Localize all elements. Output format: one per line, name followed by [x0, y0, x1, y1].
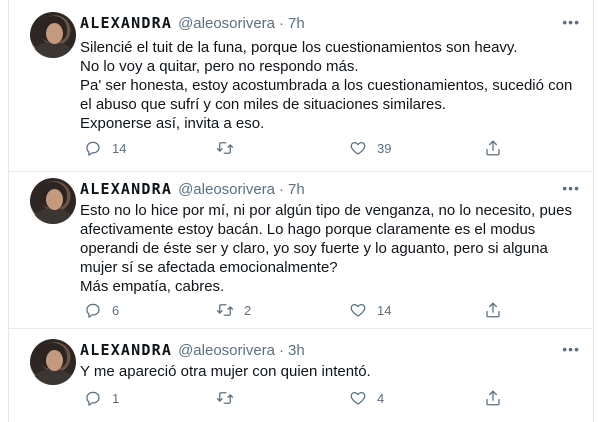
more-icon[interactable]: ••• — [562, 341, 580, 357]
tweet-header: ALEXANDRA @aleosorivera · 3h ••• — [80, 339, 580, 361]
tweet-line: Más empatía, cabres. — [80, 278, 225, 295]
reply-icon — [86, 303, 100, 318]
heart-icon — [350, 303, 366, 317]
tweet-line: Y me apareció otra mujer con quien inten… — [80, 363, 371, 380]
retweet-count: 2 — [244, 302, 252, 318]
reply-button[interactable]: 14 — [84, 139, 126, 157]
tweet-line: Exponerse así, invita a eso. — [80, 115, 265, 132]
retweet-icon — [216, 392, 234, 404]
tweet-line: Esto no lo hice por mí, ni por algún tip… — [80, 202, 572, 219]
tweet-line: operandi de éste ser y claro, yo soy fue… — [80, 240, 548, 257]
user-handle[interactable]: @aleosorivera — [178, 15, 275, 32]
retweet-icon — [216, 304, 234, 316]
retweet-button[interactable]: 2 — [216, 301, 251, 319]
reply-button[interactable]: 1 — [84, 389, 119, 407]
reply-count: 1 — [112, 390, 120, 406]
share-icon — [486, 140, 500, 156]
tweet-header: ALEXANDRA @aleosorivera · 7h ••• — [80, 178, 580, 200]
tweet-text: Y me apareció otra mujer con quien inten… — [80, 362, 576, 381]
tweet-2[interactable]: ALEXANDRA @aleosorivera · 7h ••• Esto no… — [8, 172, 594, 329]
timestamp[interactable]: 7h — [288, 15, 305, 32]
display-name[interactable]: ALEXANDRA — [80, 341, 172, 359]
reply-count: 14 — [112, 140, 127, 156]
heart-icon — [350, 141, 366, 155]
display-name[interactable]: ALEXANDRA — [80, 14, 172, 32]
tweet-line: el abuso que sufrí y con miles de situac… — [80, 96, 447, 113]
like-button[interactable]: 39 — [349, 139, 391, 157]
like-button[interactable]: 4 — [349, 389, 384, 407]
retweet-button[interactable] — [216, 139, 244, 157]
tweet-line: Silencié el tuit de la funa, porque los … — [80, 39, 518, 56]
like-button[interactable]: 14 — [349, 301, 391, 319]
share-button[interactable] — [484, 301, 502, 319]
tweet-text: Esto no lo hice por mí, ni por algún tip… — [80, 201, 576, 296]
tweet-actions: 14 39 — [84, 137, 514, 159]
like-count: 39 — [377, 140, 392, 156]
reply-button[interactable]: 6 — [84, 301, 119, 319]
separator: · — [279, 341, 285, 359]
tweet-line: Pa' ser honesta, estoy acostumbrada a lo… — [80, 77, 573, 94]
share-button[interactable] — [484, 389, 502, 407]
heart-icon — [350, 391, 366, 405]
separator: · — [279, 180, 285, 198]
reply-icon — [86, 391, 100, 406]
tweet-line: No lo voy a quitar, pero no respondo más… — [80, 58, 359, 75]
share-icon — [486, 390, 500, 406]
reply-count: 6 — [112, 302, 120, 318]
more-icon[interactable]: ••• — [562, 14, 580, 30]
tweet-actions: 6 2 14 — [84, 299, 514, 321]
tweet-line: afectivamente estoy bacán. Lo hago porqu… — [80, 221, 536, 238]
timestamp[interactable]: 7h — [288, 181, 305, 198]
like-count: 14 — [377, 302, 392, 318]
separator: · — [279, 14, 285, 32]
avatar[interactable] — [30, 12, 76, 58]
user-handle[interactable]: @aleosorivera — [178, 181, 275, 198]
more-icon[interactable]: ••• — [562, 180, 580, 196]
share-icon — [486, 302, 500, 318]
tweet-header: ALEXANDRA @aleosorivera · 7h ••• — [80, 12, 580, 34]
tweet-actions: 1 4 — [84, 387, 514, 409]
timestamp[interactable]: 3h — [288, 342, 305, 359]
tweet-text: Silencié el tuit de la funa, porque los … — [80, 38, 576, 133]
display-name[interactable]: ALEXANDRA — [80, 180, 172, 198]
share-button[interactable] — [484, 139, 502, 157]
tweet-line: mujer sí se afectada emocionalmente? — [80, 259, 338, 276]
reply-icon — [86, 141, 100, 156]
like-count: 4 — [377, 390, 385, 406]
tweet-3[interactable]: ALEXANDRA @aleosorivera · 3h ••• Y me ap… — [8, 329, 594, 422]
avatar[interactable] — [30, 339, 76, 385]
avatar[interactable] — [30, 178, 76, 224]
user-handle[interactable]: @aleosorivera — [178, 342, 275, 359]
retweet-button[interactable] — [216, 389, 244, 407]
retweet-icon — [216, 142, 234, 154]
tweet-1[interactable]: ALEXANDRA @aleosorivera · 7h ••• Silenci… — [8, 0, 594, 172]
